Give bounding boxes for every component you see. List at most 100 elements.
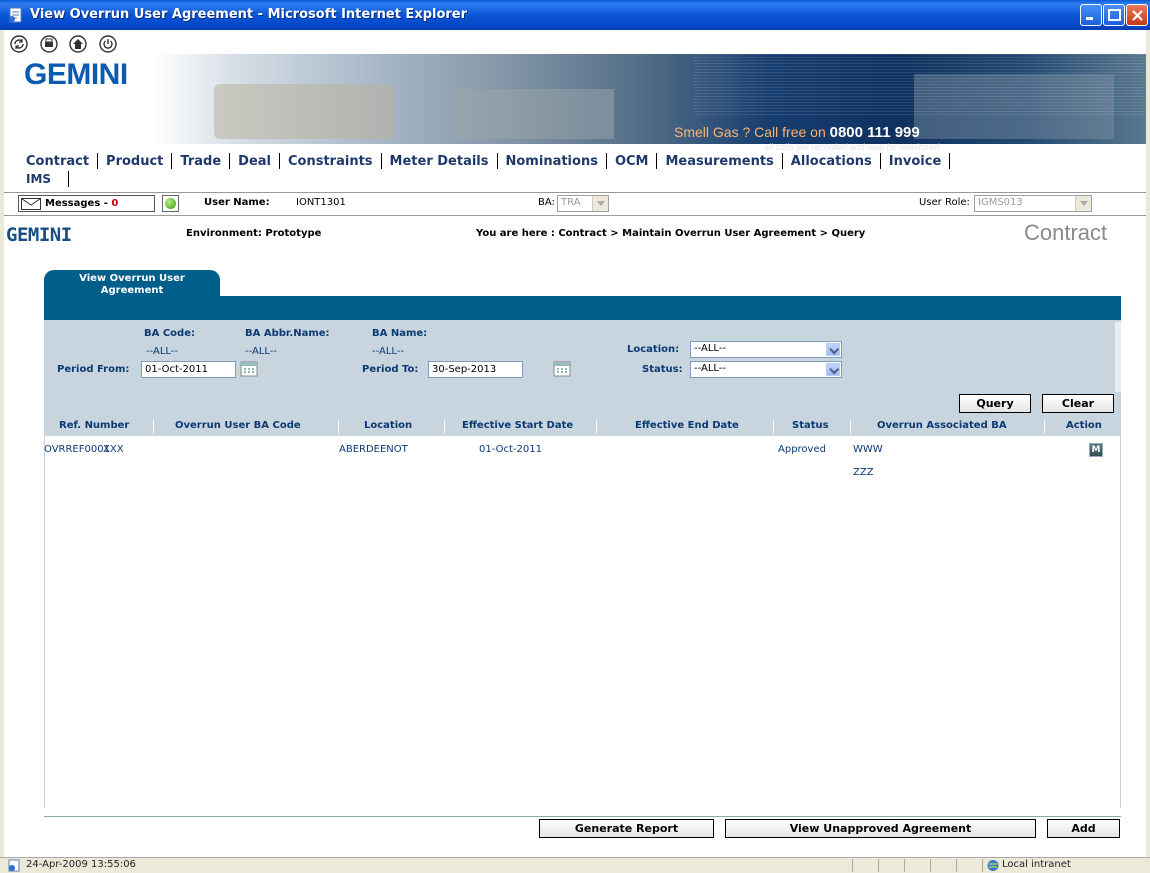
nav-item-trade[interactable]: Trade <box>172 154 229 169</box>
ba-name-value: --ALL-- <box>372 346 405 357</box>
user-name-value: IONT1301 <box>296 197 346 208</box>
period-from-label: Period From: <box>57 364 130 375</box>
cell-overrun-user-ba-code: XXX <box>103 444 124 455</box>
section-title: Contract <box>1024 220 1108 245</box>
ba-name-label: BA Name: <box>372 328 428 339</box>
location-select[interactable]: --ALL-- <box>690 341 842 358</box>
envelope-icon <box>21 198 41 210</box>
ie-page-icon <box>9 7 22 23</box>
nav-item-measurements[interactable]: Measurements <box>657 154 781 169</box>
location-label: Location: <box>627 344 680 355</box>
user-name-label: User Name: <box>204 197 270 208</box>
gas-emergency-phone: 0800 111 999 <box>829 124 920 141</box>
nav-item-allocations[interactable]: Allocations <box>783 154 880 169</box>
power-icon[interactable] <box>98 35 117 53</box>
minimize-icon <box>1086 17 1093 20</box>
header-toolbar <box>10 35 125 56</box>
ba-select[interactable]: TRA <box>557 195 609 212</box>
generate-report-button[interactable]: Generate Report <box>539 819 714 838</box>
minimize-button[interactable] <box>1080 4 1102 26</box>
nav-item-ocm[interactable]: OCM <box>607 154 657 169</box>
ba-abbr-name-value: --ALL-- <box>245 346 278 357</box>
results-table-body: OVRREF0001 XXX ABERDEENOT 01-Oct-2011 Ap… <box>44 436 1121 808</box>
view-unapproved-agreement-button[interactable]: View Unapproved Agreement <box>725 819 1036 838</box>
nav-separator <box>949 153 951 169</box>
green-status-icon <box>165 198 176 209</box>
gas-emergency-text: Smell Gas ? Call free on 0800 111 999 <box>674 124 920 141</box>
nav-item-product[interactable]: Product <box>98 154 171 169</box>
nav-item-invoice[interactable]: Invoice <box>881 154 949 169</box>
status-label: Status: <box>642 364 683 375</box>
status-timestamp: 24-Apr-2009 13:55:06 <box>26 859 136 870</box>
user-info-bar: Messages - 0 User Name: IONT1301 BA: TRA… <box>4 192 1146 216</box>
period-to-label: Period To: <box>362 364 419 375</box>
chevron-down-icon <box>1075 196 1091 211</box>
messages-button[interactable]: Messages - 0 <box>18 195 155 212</box>
clear-button[interactable]: Clear <box>1042 394 1114 413</box>
cell-effective-start-date: 01-Oct-2011 <box>479 444 542 455</box>
cell-associated-ba: ZZZ <box>853 467 874 478</box>
refresh-icon[interactable] <box>10 35 28 53</box>
col-status[interactable]: Status <box>792 420 829 431</box>
main-nav: Contract Product Trade Deal Constraints Meter… <box>4 150 1146 190</box>
calendar-icon[interactable] <box>240 361 258 377</box>
page-status-icon <box>8 859 20 872</box>
cell-ref-number: OVRREF0001 <box>44 444 110 455</box>
ba-code-value: --ALL-- <box>146 346 179 357</box>
nav-item-ims[interactable]: IMS <box>26 172 51 186</box>
chevron-down-icon <box>592 196 608 211</box>
search-panel: BA Code: --ALL-- BA Abbr.Name: --ALL-- B… <box>44 320 1121 418</box>
print-icon[interactable] <box>39 35 58 53</box>
chevron-down-icon <box>826 343 840 356</box>
panel-scrollbar[interactable] <box>1115 322 1121 392</box>
breadcrumb: You are here : Contract > Maintain Overr… <box>476 228 866 239</box>
period-to-input[interactable] <box>428 361 523 378</box>
ba-code-label: BA Code: <box>144 328 195 339</box>
col-ref-number[interactable]: Ref. Number <box>59 420 129 431</box>
results-table-header: Ref. Number Overrun User BA Code Locatio… <box>44 418 1121 436</box>
period-from-input[interactable] <box>141 361 236 378</box>
cell-status: Approved <box>778 444 826 455</box>
add-button[interactable]: Add <box>1047 819 1120 838</box>
messages-label: Messages - 0 <box>45 198 119 209</box>
cell-location: ABERDEENOT <box>339 444 408 455</box>
calendar-icon[interactable] <box>553 361 571 377</box>
window-title: View Overrun User Agreement - Microsoft … <box>30 7 468 22</box>
col-overrun-associated-ba[interactable]: Overrun Associated BA <box>877 420 1007 431</box>
environment-label: Environment: Prototype <box>186 228 322 239</box>
intranet-zone-icon <box>987 860 999 871</box>
ba-label: BA: <box>538 197 555 208</box>
status-select[interactable]: --ALL-- <box>690 361 842 378</box>
nav-item-constraints[interactable]: Constraints <box>280 154 381 169</box>
user-role-label: User Role: <box>919 197 970 208</box>
nav-item-nominations[interactable]: Nominations <box>498 154 606 169</box>
modify-button[interactable]: M <box>1089 443 1103 457</box>
header-banner: Smell Gas ? Call free on 0800 111 999 al… <box>154 54 1146 152</box>
breadcrumb-bar: GEMINI Environment: Prototype You are he… <box>4 216 1146 250</box>
security-zone-label: Local intranet <box>1002 859 1071 870</box>
title-bar: View Overrun User Agreement - Microsoft … <box>0 0 1150 30</box>
status-indicator-button[interactable] <box>162 195 179 212</box>
close-button[interactable] <box>1126 4 1148 26</box>
browser-window: View Overrun User Agreement - Microsoft … <box>0 0 1150 873</box>
action-bar: Generate Report View Unapproved Agreemen… <box>44 816 1121 839</box>
col-action[interactable]: Action <box>1066 420 1102 431</box>
nav-item-contract[interactable]: Contract <box>22 154 97 169</box>
page-content: GEMINI Smell Gas ? Call free on 0800 111… <box>4 30 1146 857</box>
col-location[interactable]: Location <box>364 420 412 431</box>
cell-associated-ba: WWW <box>853 444 883 455</box>
col-effective-end-date[interactable]: Effective End Date <box>635 420 739 431</box>
chevron-down-icon <box>826 363 840 376</box>
col-effective-start-date[interactable]: Effective Start Date <box>462 420 573 431</box>
query-button[interactable]: Query <box>959 394 1031 413</box>
home-icon[interactable] <box>69 35 87 53</box>
browser-status-bar: 24-Apr-2009 13:55:06 Local intranet <box>0 857 1150 873</box>
maximize-button[interactable] <box>1103 4 1125 26</box>
col-overrun-user-ba-code[interactable]: Overrun User BA Code <box>175 420 301 431</box>
user-role-select[interactable]: IGMS013 <box>974 195 1092 212</box>
tab-strip <box>44 296 1121 320</box>
close-icon <box>1132 10 1143 21</box>
nav-item-deal[interactable]: Deal <box>230 154 279 169</box>
ba-abbr-name-label: BA Abbr.Name: <box>245 328 330 339</box>
nav-item-meter-details[interactable]: Meter Details <box>382 154 497 169</box>
